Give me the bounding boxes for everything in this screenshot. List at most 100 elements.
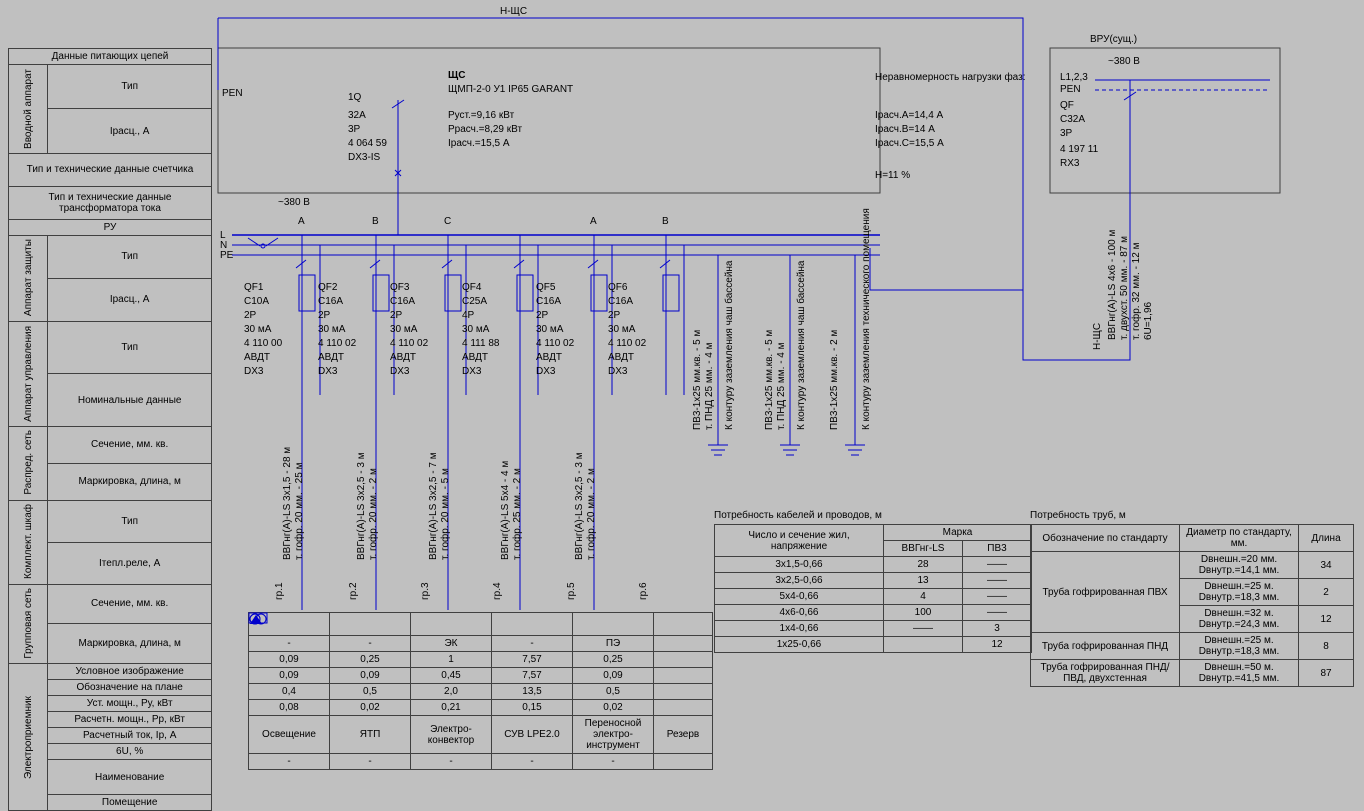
svg-text:QF3: QF3 [390, 282, 410, 293]
svg-text:АВДТ: АВДТ [390, 352, 416, 363]
svg-text:C32A: C32A [1060, 114, 1085, 125]
svg-text:АВДТ: АВДТ [244, 352, 270, 363]
svg-text:Неравномерность нагрузки фаз:: Неравномерность нагрузки фаз: [875, 71, 1026, 83]
svg-text:PEN: PEN [1060, 84, 1081, 95]
cables-h2a: ВВГнг-LS [884, 541, 963, 557]
svg-text:DX3-IS: DX3-IS [348, 152, 381, 163]
row-ep-room: Помещение [48, 795, 212, 811]
svg-text:4 110 02: 4 110 02 [390, 338, 429, 349]
svg-text:т. гофр. 20 мм. - 2 м: т. гофр. 20 мм. - 2 м [367, 468, 379, 560]
svg-text:C16A: C16A [536, 296, 561, 307]
svg-text:QF: QF [1060, 100, 1074, 111]
svg-text:C10A: C10A [244, 296, 269, 307]
svg-text:QF4: QF4 [462, 282, 482, 293]
svg-text:ПВ3-1x25 мм.кв. - 5 м: ПВ3-1x25 мм.кв. - 5 м [692, 330, 703, 430]
svg-text:4 110 02: 4 110 02 [536, 338, 575, 349]
svg-text:Iрасч.=15,5 А: Iрасч.=15,5 А [448, 138, 510, 149]
svg-text:1Q: 1Q [348, 92, 362, 103]
svg-text:DX3: DX3 [390, 366, 410, 377]
svg-text:Iрасч.С=15,5 А: Iрасч.С=15,5 А [875, 138, 944, 149]
svg-text:C16A: C16A [608, 296, 633, 307]
svg-text:2P: 2P [318, 310, 331, 321]
svg-text:К контуру заземления чаш бассе: К контуру заземления чаш бассейна [795, 260, 807, 430]
svg-text:2P: 2P [390, 310, 403, 321]
svg-text:C16A: C16A [318, 296, 343, 307]
svg-text:DX3: DX3 [318, 366, 338, 377]
svg-text:гр.1: гр.1 [274, 582, 285, 600]
cables-title: Потребность кабелей и проводов, м [714, 510, 882, 521]
svg-text:ПВ3-1x25 мм.кв. - 5 м: ПВ3-1x25 мм.кв. - 5 м [764, 330, 775, 430]
svg-text:ВРУ(сущ.): ВРУ(сущ.) [1090, 34, 1137, 45]
svg-text:т. гофр. 20 мм. - 2 м: т. гофр. 20 мм. - 2 м [585, 468, 597, 560]
svg-text:2P: 2P [608, 310, 621, 321]
svg-text:2P: 2P [536, 310, 549, 321]
svg-text:C25A: C25A [462, 296, 487, 307]
svg-text:4P: 4P [462, 310, 475, 321]
svg-text:Ррасч.=8,29 кВт: Ррасч.=8,29 кВт [448, 124, 522, 135]
svg-text:ПВ3-1x25 мм.кв. - 2 м: ПВ3-1x25 мм.кв. - 2 м [829, 330, 840, 430]
svg-text:A: A [298, 216, 305, 227]
svg-text:т. гофр. 20 мм. - 25 м: т. гофр. 20 мм. - 25 м [293, 462, 305, 560]
svg-text:ЩМП-2-0 У1 IP65 GARANT: ЩМП-2-0 У1 IP65 GARANT [448, 84, 573, 95]
svg-text:т. гофр. 25 мм. - 2 м: т. гофр. 25 мм. - 2 м [511, 468, 523, 560]
svg-text:гр.4: гр.4 [492, 582, 503, 600]
svg-text:Iрасч.А=14,4 А: Iрасч.А=14,4 А [875, 110, 944, 121]
svg-text:т. гофр. 20 мм. - 5 м: т. гофр. 20 мм. - 5 м [439, 468, 451, 560]
cables-h2b: ПВ3 [963, 541, 1032, 557]
svg-text:QF6: QF6 [608, 282, 628, 293]
svg-text:32A: 32A [348, 110, 366, 121]
cables-h1: Число и сечение жил, напряжение [715, 525, 884, 557]
svg-text:ЩС: ЩС [448, 70, 465, 81]
svg-text:B: B [662, 216, 669, 227]
svg-text:30 мА: 30 мА [390, 324, 418, 335]
svg-text:DX3: DX3 [244, 366, 264, 377]
svg-text:30 мА: 30 мА [244, 324, 272, 335]
svg-text:B: B [372, 216, 379, 227]
svg-text:DX3: DX3 [608, 366, 628, 377]
svg-text:ВВГнг(А)-LS 5x4 - 4 м: ВВГнг(А)-LS 5x4 - 4 м [500, 461, 511, 560]
svg-text:A: A [590, 216, 597, 227]
svg-text:H=11 %: H=11 % [875, 170, 910, 181]
pipes-title: Потребность труб, м [1030, 510, 1126, 521]
svg-text:30 мА: 30 мА [536, 324, 564, 335]
svg-text:гр.2: гр.2 [348, 582, 359, 600]
svg-text:6U=1,96: 6U=1,96 [1143, 301, 1154, 340]
pipes-table: Обозначение по стандартуДиаметр по станд… [1030, 524, 1354, 687]
svg-text:АВДТ: АВДТ [536, 352, 562, 363]
svg-text:3P: 3P [348, 124, 361, 135]
svg-text:гр.5: гр.5 [566, 582, 577, 600]
svg-text:DX3: DX3 [536, 366, 556, 377]
svg-text:QF1: QF1 [244, 282, 264, 293]
pipes-h3: Длина [1299, 525, 1354, 552]
svg-text:2P: 2P [244, 310, 257, 321]
svg-text:3P: 3P [1060, 128, 1073, 139]
svg-text:АВДТ: АВДТ [608, 352, 634, 363]
svg-text:ВВГнг(А)-LS 3x1,5 - 28 м: ВВГнг(А)-LS 3x1,5 - 28 м [282, 447, 293, 560]
svg-text:PE: PE [220, 250, 234, 261]
svg-text:т. гофр. 32 мм. - 12 м: т. гофр. 32 мм. - 12 м [1130, 242, 1142, 340]
svg-text:~380 В: ~380 В [278, 197, 310, 208]
svg-text:АВДТ: АВДТ [462, 352, 488, 363]
svg-text:т. ПНД 25 мм. - 4 м: т. ПНД 25 мм. - 4 м [704, 342, 715, 430]
svg-text:К контуру заземления техническ: К контуру заземления технического помеще… [861, 208, 872, 430]
svg-text:4 110 00: 4 110 00 [244, 338, 283, 349]
svg-text:C16A: C16A [390, 296, 415, 307]
svg-text:К контуру заземления чаш бассе: К контуру заземления чаш бассейна [723, 260, 735, 430]
svg-text:4 110 02: 4 110 02 [608, 338, 647, 349]
svg-text:т. ПНД 25 мм. - 4 м: т. ПНД 25 мм. - 4 м [776, 342, 787, 430]
svg-text:Iрасч.В=14 А: Iрасч.В=14 А [875, 124, 935, 135]
svg-text:QF5: QF5 [536, 282, 556, 293]
svg-text:Руст.=9,16 кВт: Руст.=9,16 кВт [448, 110, 515, 121]
svg-text:30 мА: 30 мА [608, 324, 636, 335]
svg-text:30 мА: 30 мА [462, 324, 490, 335]
svg-text:гр.6: гр.6 [638, 582, 649, 600]
svg-text:ВВГнг(А)-LS 3x2,5 - 3 м: ВВГнг(А)-LS 3x2,5 - 3 м [574, 452, 585, 560]
cables-table: Число и сечение жил, напряжениеМарка ВВГ… [714, 524, 1032, 653]
cables-h2: Марка [884, 525, 1032, 541]
svg-text:гр.3: гр.3 [420, 582, 431, 600]
svg-text:4 197 11: 4 197 11 [1060, 144, 1099, 155]
svg-text:~380 В: ~380 В [1108, 56, 1140, 67]
svg-text:DX3: DX3 [462, 366, 482, 377]
svg-text:QF2: QF2 [318, 282, 338, 293]
svg-text:C: C [444, 216, 451, 227]
